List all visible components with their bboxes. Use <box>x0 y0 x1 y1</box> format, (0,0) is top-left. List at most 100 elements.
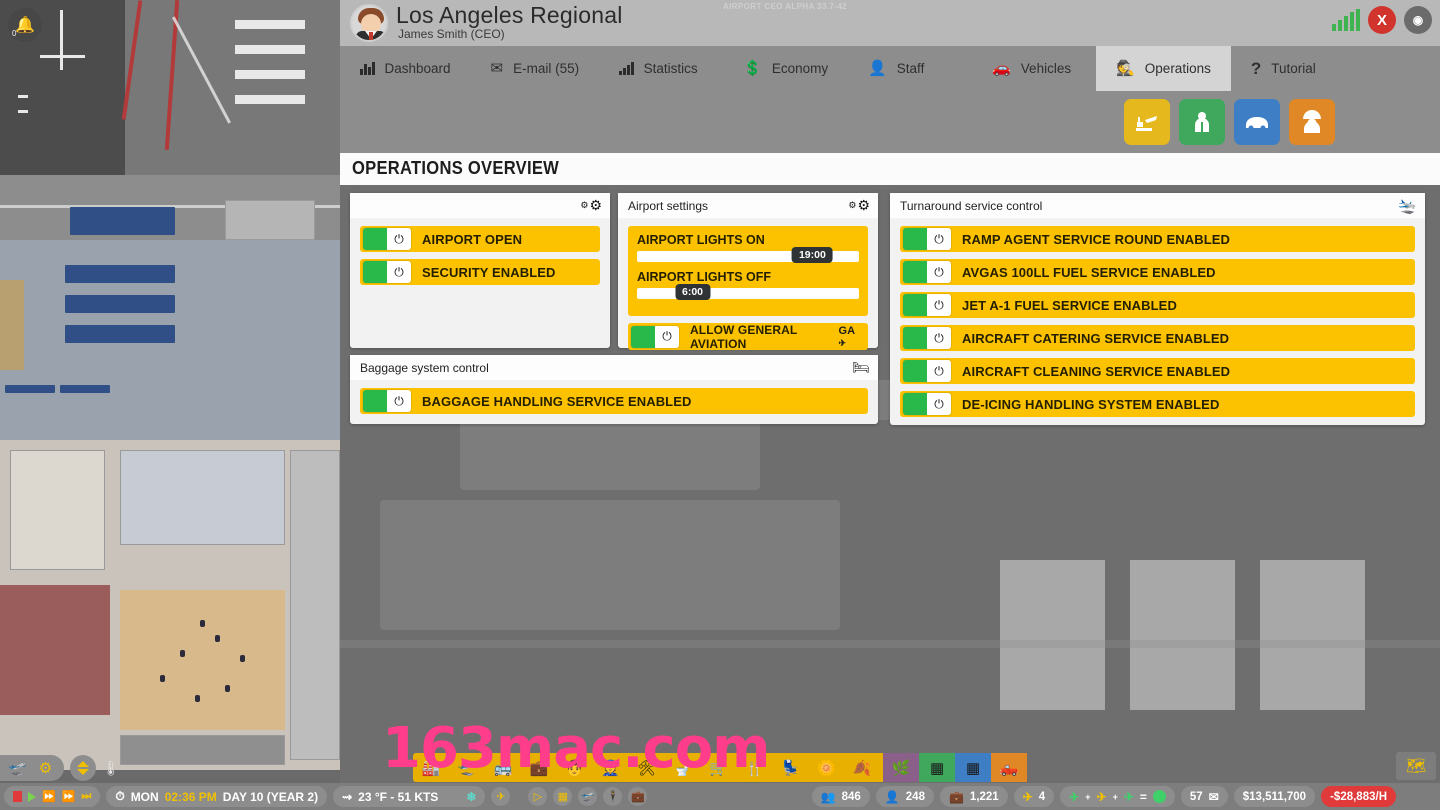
tab-statistics[interactable]: Statistics <box>599 46 723 91</box>
view-runway[interactable]: ▷ <box>528 787 547 806</box>
slider-value[interactable]: 19:00 <box>792 247 833 263</box>
passenger-icon: 👥 <box>821 790 836 804</box>
view-staff[interactable]: 🕴 <box>603 787 622 806</box>
toggle-switch[interactable]: ⏻ <box>363 261 411 283</box>
toggle-switch[interactable]: ⏻ <box>903 294 951 316</box>
build-food-tool[interactable]: 🍴 <box>736 753 772 782</box>
play-button[interactable] <box>28 792 36 802</box>
game-clock[interactable]: ⏱ MON 02:36 PM DAY 10 (YEAR 2) <box>106 786 327 807</box>
subtab-staff-operations[interactable] <box>1179 99 1225 145</box>
build-terrain-tool[interactable]: 🌿 <box>883 753 919 782</box>
view-grid[interactable]: ▦ <box>553 787 572 806</box>
close-icon[interactable]: X <box>1368 6 1396 34</box>
build-shop-tool[interactable]: 🛒 <box>701 753 737 782</box>
build-runway-tool[interactable]: 🛫 <box>449 753 485 782</box>
toggle-allow-general-aviation[interactable]: ⏻ ALLOW GENERAL AVIATION GA✈ <box>628 323 868 350</box>
fastest-button[interactable]: ⏭ <box>81 790 91 803</box>
construction-worker-icon <box>1299 110 1325 134</box>
minimap-icon[interactable]: 🗺 <box>1396 752 1436 780</box>
build-toolbar: 🏭 🛫 🚌 💼 👨 👮 🛠 🚽 🛒 🍴 💺 🌼 🍂 🌿 ▦ ▦ 🛻 <box>413 753 1027 782</box>
build-seating-tool[interactable]: 💺 <box>772 753 808 782</box>
toggle-deicing-handling-system[interactable]: ⏻ DE-ICING HANDLING SYSTEM ENABLED <box>900 391 1415 417</box>
view-baggage[interactable]: 💼 <box>628 787 647 806</box>
slider-lights-off[interactable]: 6:00 <box>637 288 859 299</box>
tab-operations[interactable]: 🕵 Operations <box>1096 46 1231 91</box>
page-section-title: OPERATIONS OVERVIEW <box>352 158 559 179</box>
subtab-vehicle-operations[interactable] <box>1234 99 1280 145</box>
pause-button[interactable] <box>13 791 22 802</box>
parked-plane-icon: ✈ <box>1097 790 1107 804</box>
thermometer-icon[interactable]: 🌡 <box>102 760 120 777</box>
subtab-construction-operations[interactable] <box>1289 99 1335 145</box>
build-staff-tool[interactable]: 👨 <box>557 753 593 782</box>
tab-dashboard[interactable]: Dashboard <box>340 46 471 91</box>
panel-turnaround-service: Turnaround service control 🛬 ⏻ RAMP AGEN… <box>890 193 1425 425</box>
tab-economy[interactable]: 💲 Economy <box>723 46 848 91</box>
build-misc-tool[interactable]: 🍂 <box>844 753 880 782</box>
slider-label-lights-off: AIRPORT LIGHTS OFF <box>637 270 859 284</box>
slider-lights-on[interactable]: 19:00 <box>637 251 859 262</box>
toggle-switch[interactable]: ⏻ <box>631 326 679 348</box>
toggle-switch[interactable]: ⏻ <box>903 228 951 250</box>
stat-baggage[interactable]: 💼 1,221 <box>940 786 1008 807</box>
build-decoration-tool[interactable]: 🌼 <box>808 753 844 782</box>
toggle-switch[interactable]: ⏻ <box>903 261 951 283</box>
baggage-handler-icon[interactable]: 🛏 <box>852 359 870 376</box>
double-gear-icon[interactable]: ⚙⚙ <box>580 197 602 214</box>
toggle-aircraft-catering-service[interactable]: ⏻ AIRCRAFT CATERING SERVICE ENABLED <box>900 325 1415 351</box>
stat-aircraft[interactable]: ✈ 4 <box>1014 786 1054 807</box>
view-people[interactable]: 🛫 <box>578 787 597 806</box>
toggle-switch[interactable]: ⏻ <box>903 360 951 382</box>
toggle-jet-a1-fuel-service[interactable]: ⏻ JET A-1 FUEL SERVICE ENABLED <box>900 292 1415 318</box>
double-gear-icon[interactable]: ⚙⚙ <box>848 197 870 214</box>
wind-icon: ⇝ <box>342 790 352 804</box>
avatar[interactable] <box>350 4 388 42</box>
view-flights[interactable]: ✈ <box>491 787 510 806</box>
tab-email[interactable]: ✉ E-mail (55) <box>471 46 600 91</box>
hud-right-group: X ◉ <box>1332 6 1432 34</box>
notification-bell-icon[interactable]: 🔔 0 <box>8 8 42 42</box>
landing-plane-icon[interactable]: 🛬 <box>1398 197 1417 215</box>
slider-value[interactable]: 6:00 <box>675 284 710 300</box>
weather-readout[interactable]: ⇝ 23 °F - 51 KTS ❄ <box>333 786 485 807</box>
build-baggage-tool[interactable]: 💼 <box>521 753 557 782</box>
build-road-tool[interactable]: ▦ <box>955 753 991 782</box>
toggle-switch[interactable]: ⏻ <box>363 228 411 250</box>
stat-staff[interactable]: 👤 248 <box>876 786 934 807</box>
mail-count: 57 <box>1190 791 1203 803</box>
camera-icon[interactable]: ◉ <box>1404 6 1432 34</box>
left-tool-pill: 🛫 ⚙ <box>0 755 64 781</box>
build-bus-tool[interactable]: 🚌 <box>485 753 521 782</box>
income-rate[interactable]: -$28,883/H <box>1321 786 1396 807</box>
build-zone-tool[interactable]: ▦ <box>919 753 955 782</box>
toggle-avgas-fuel-service[interactable]: ⏻ AVGAS 100LL FUEL SERVICE ENABLED <box>900 259 1415 285</box>
build-restroom-tool[interactable]: 🚽 <box>665 753 701 782</box>
build-services-tool[interactable]: 🛠 <box>629 753 665 782</box>
build-security-tool[interactable]: 👮 <box>593 753 629 782</box>
fast-forward-button[interactable]: ⏩ <box>42 790 56 803</box>
gear-icon[interactable]: ⚙ <box>39 759 52 777</box>
build-terminal-tool[interactable]: 🏭 <box>413 753 449 782</box>
subtab-ramp-operations[interactable] <box>1124 99 1170 145</box>
tab-staff[interactable]: 👤 Staff <box>848 46 972 91</box>
plane-takeoff-icon[interactable]: 🛫 <box>8 759 27 777</box>
mail-indicator[interactable]: 57 ✉ <box>1181 786 1228 807</box>
faster-button[interactable]: ⏩ <box>62 790 76 803</box>
tab-tutorial[interactable]: ? Tutorial <box>1231 46 1355 91</box>
toggle-airport-open[interactable]: ⏻ AIRPORT OPEN <box>360 226 600 252</box>
tab-vehicles[interactable]: 🚗 Vehicles <box>972 46 1096 91</box>
toggle-switch[interactable]: ⏻ <box>903 327 951 349</box>
build-bulldoze-tool[interactable]: 🛻 <box>991 753 1027 782</box>
account-balance[interactable]: $13,511,700 <box>1234 786 1315 807</box>
zoom-updown-icon[interactable] <box>70 755 96 781</box>
panel-body: ⏻ AIRPORT OPEN ⏻ SECURITY ENABLED <box>350 218 610 302</box>
toggle-security-enabled[interactable]: ⏻ SECURITY ENABLED <box>360 259 600 285</box>
toggle-switch[interactable]: ⏻ <box>903 393 951 415</box>
toggle-aircraft-cleaning-service[interactable]: ⏻ AIRCRAFT CLEANING SERVICE ENABLED <box>900 358 1415 384</box>
stat-passengers[interactable]: 👥 846 <box>812 786 870 807</box>
flight-status-group[interactable]: ✈ + ✈ + ✈ = <box>1060 786 1175 807</box>
bar-chart-icon <box>360 62 375 75</box>
toggle-ramp-agent-service[interactable]: ⏻ RAMP AGENT SERVICE ROUND ENABLED <box>900 226 1415 252</box>
toggle-switch[interactable]: ⏻ <box>363 390 411 412</box>
toggle-baggage-handling[interactable]: ⏻ BAGGAGE HANDLING SERVICE ENABLED <box>360 388 868 414</box>
